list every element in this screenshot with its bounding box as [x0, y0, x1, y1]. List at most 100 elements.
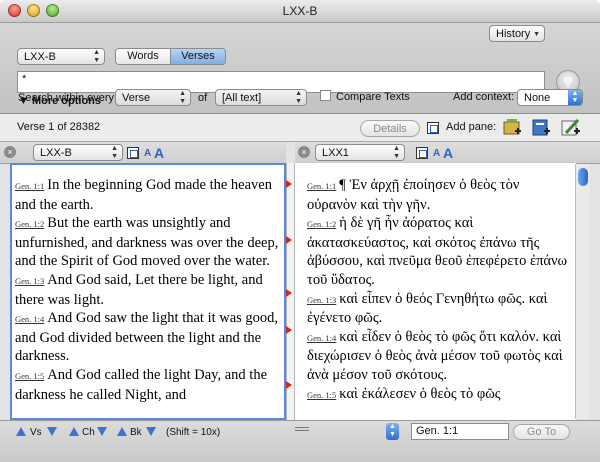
module-select[interactable]: LXX-B ▲ ▼	[17, 48, 105, 65]
verse: Gen. 1:1 ¶ Ἐν ἀρχῇ ἐποίησεν ὁ θεὸς τὸν οὐ…	[307, 176, 572, 214]
title-bar: LXX-B	[0, 0, 600, 23]
of-label: of	[198, 92, 208, 104]
increase-font-icon[interactable]: A	[154, 145, 164, 161]
module-select-value: LXX-B	[24, 51, 56, 63]
chevron-updown-icon: ▲ ▼	[111, 145, 118, 160]
verse-ref-link[interactable]: Gen. 1:2	[15, 219, 44, 229]
verse-marker-icon	[286, 236, 292, 244]
verse: Gen. 1:2 But the earth was unsightly and …	[15, 214, 281, 271]
search-unit-value: Verse	[122, 92, 151, 104]
verse-text: And God said, Let there be light, and th…	[15, 271, 263, 308]
info-bar: Verse 1 of 28382 Details Add pane:	[0, 114, 600, 142]
search-unit-select[interactable]: Verse ▲ ▼	[115, 89, 191, 106]
window-title: LXX-B	[282, 4, 318, 18]
left-module-select[interactable]: LXX-B ▲ ▼	[33, 144, 123, 161]
decrease-font-icon[interactable]: A	[144, 148, 151, 159]
verse-ref-link[interactable]: Gen. 1:4	[15, 314, 44, 324]
compare-texts-checkbox[interactable]	[320, 90, 331, 101]
verse-text: And God called the light Day, and the da…	[15, 366, 268, 403]
verse-ref-link[interactable]: Gen. 1:5	[15, 371, 44, 381]
chapter-nav-label: Ch	[82, 427, 95, 438]
add-pane-label: Add pane:	[446, 121, 497, 133]
right-pane-text: Gen. 1:1 ¶ Ἐν ἀρχῇ ἐποίησεν ὁ θεὸς τὸν οὐ…	[307, 176, 572, 419]
range-select[interactable]: [All text] ▲ ▼	[215, 89, 307, 106]
next-book-icon[interactable]	[146, 427, 156, 436]
chevron-down-icon: ▼	[533, 31, 540, 38]
search-toolbar: LXX-B ▲ ▼ Words Verses History ▼ * ⚲ ▼ Mo…	[0, 23, 600, 114]
verse-marker-icon	[286, 326, 292, 334]
chevron-updown-icon: ▲ ▼	[295, 90, 302, 105]
search-within-label: Search within every	[18, 92, 114, 104]
tab-verses[interactable]: Verses	[171, 49, 225, 64]
right-pane-scrollbar[interactable]	[575, 164, 590, 419]
view-segmented-control: Words Verses	[115, 48, 226, 65]
verse-ref-link[interactable]: Gen. 1:3	[307, 295, 336, 305]
prev-book-icon[interactable]	[117, 427, 127, 436]
verse-text: καὶ ἐκάλεσεν ὁ θεὸς τὸ φῶς	[339, 385, 501, 402]
verse: Gen. 1:4 καὶ εἶδεν ὁ θεὸς τὸ φῶς ὅτι καλό…	[307, 328, 572, 385]
details-button[interactable]: Details	[360, 120, 420, 137]
verse-text: καὶ εἶδεν ὁ θεὸς τὸ φῶς ὅτι καλόν. καὶ δ…	[307, 328, 563, 383]
verse: Gen. 1:1 In the beginning God made the he…	[15, 176, 281, 214]
prev-chapter-icon[interactable]	[69, 427, 79, 436]
app-window: LXX-B LXX-B ▲ ▼ Words Verses History ▼ * …	[0, 0, 600, 462]
right-module-value: LXX1	[322, 147, 349, 159]
increase-font-icon[interactable]: A	[443, 145, 453, 161]
close-pane-icon[interactable]: ×	[298, 146, 310, 158]
verse-marker-icon	[286, 289, 292, 297]
add-edit-pane-icon[interactable]	[560, 117, 582, 139]
chevron-updown-icon: ▲ ▼	[393, 145, 400, 160]
scrollbar-thumb[interactable]	[578, 168, 588, 186]
next-chapter-icon[interactable]	[97, 427, 107, 436]
goto-reference-input[interactable]: Gen. 1:1	[411, 423, 509, 440]
verse-text: And God saw the light that it was good, …	[15, 310, 279, 365]
pane-options-icon[interactable]	[127, 147, 139, 159]
history-button[interactable]: History ▼	[489, 25, 545, 42]
next-verse-icon[interactable]	[47, 427, 57, 436]
add-notes-pane-icon[interactable]	[530, 117, 552, 139]
range-value: [All text]	[222, 92, 262, 104]
verse: Gen. 1:5 καὶ ἐκάλεσεν ὁ θεὸς τὸ φῶς	[307, 385, 572, 405]
verse: Gen. 1:4 And God saw the light that it wa…	[15, 309, 281, 366]
verse-ref-link[interactable]: Gen. 1:2	[307, 219, 336, 229]
verse-text: ¶ Ἐν ἀρχῇ ἐποίησεν ὁ θεὸς τὸν οὐρανὸν κα…	[307, 177, 520, 213]
left-pane-header: × LXX-B ▲ ▼ A A	[0, 142, 286, 164]
tab-words[interactable]: Words	[116, 49, 171, 64]
parallel-icon[interactable]	[427, 122, 439, 134]
close-pane-icon[interactable]: ×	[4, 146, 16, 158]
verse: Gen. 1:3 καὶ εἶπεν ὁ θεός Γενηθήτω φῶς. κ…	[307, 290, 572, 328]
goto-button[interactable]: Go To	[513, 424, 570, 440]
prev-verse-icon[interactable]	[16, 427, 26, 436]
pane-options-icon[interactable]	[416, 147, 428, 159]
verse-text: καὶ εἶπεν ὁ θεός Γενηθήτω φῶς. καὶ ἐγένε…	[307, 290, 548, 327]
verse-position: Verse 1 of 28382	[17, 121, 101, 133]
verse-ref-link[interactable]: Gen. 1:1	[15, 181, 44, 191]
shift-hint: (Shift = 10x)	[166, 427, 221, 438]
right-module-select[interactable]: LXX1 ▲ ▼	[315, 144, 405, 161]
verse-ref-link[interactable]: Gen. 1:3	[15, 276, 44, 286]
decrease-font-icon[interactable]: A	[433, 148, 440, 159]
left-pane-text: Gen. 1:1 In the beginning God made the he…	[15, 176, 281, 418]
add-context-label: Add context:	[453, 91, 515, 103]
verse-text: But the earth was unsightly and unfurnis…	[15, 215, 279, 270]
verse-ref-link[interactable]: Gen. 1:5	[307, 390, 336, 400]
verse: Gen. 1:2 ἡ δὲ γῆ ἦν ἀόρατος καὶ ἀκατασκεύ…	[307, 214, 572, 289]
right-pane-header: × LXX1 ▲ ▼ A A	[295, 142, 600, 164]
chevron-updown-icon[interactable]: ▲ ▼	[568, 90, 582, 105]
context-value: None	[524, 92, 551, 104]
chevron-updown-icon: ▲ ▼	[93, 49, 100, 64]
resize-grip-icon[interactable]	[295, 430, 309, 431]
resize-grip-icon[interactable]	[295, 427, 309, 428]
verse-ref-link[interactable]: Gen. 1:1	[307, 181, 336, 191]
verse-nav-label: Vs	[30, 427, 42, 438]
verse-marker-icon	[286, 180, 292, 188]
verse: Gen. 1:3 And God said, Let there be light…	[15, 271, 281, 309]
verse-ref-link[interactable]: Gen. 1:4	[307, 333, 336, 343]
verse-marker-icon	[286, 381, 292, 389]
chevron-updown-icon: ▲ ▼	[179, 90, 186, 105]
chevron-updown-icon[interactable]: ▲ ▼	[386, 423, 399, 440]
navigation-bar: Vs Ch Bk (Shift = 10x) ▲ ▼ Gen. 1:1 Go To	[0, 420, 600, 462]
add-tool-pane-icon[interactable]	[501, 117, 523, 139]
book-nav-label: Bk	[130, 427, 142, 438]
left-module-value: LXX-B	[40, 147, 72, 159]
